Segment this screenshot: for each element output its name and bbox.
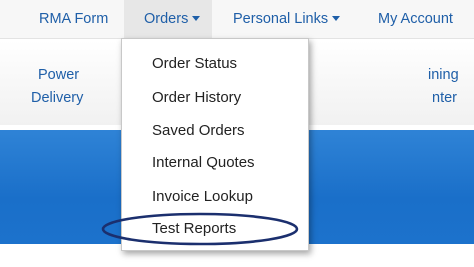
menu-item-label: Internal Quotes (152, 154, 255, 171)
nav-orders-label: Orders (144, 11, 189, 27)
menu-item-label: Saved Orders (152, 122, 245, 139)
menu-item-label: Invoice Lookup (152, 188, 253, 205)
subnav-power-delivery[interactable]: Power ining (38, 64, 79, 86)
nav-personal-links[interactable]: Personal Links (233, 0, 341, 38)
subnav-training-partial[interactable]: ining (428, 64, 459, 86)
chevron-down-icon (192, 15, 201, 21)
menu-item-label: Test Reports (152, 220, 237, 237)
subnav-nter-text: nter (432, 90, 457, 106)
menu-item-order-history[interactable]: Order History (152, 89, 241, 106)
nav-rma-form[interactable]: RMA Form (39, 0, 108, 38)
menu-item-internal-quotes[interactable]: Internal Quotes (152, 154, 255, 171)
menu-item-order-status[interactable]: Order Status (152, 55, 237, 72)
menu-item-saved-orders[interactable]: Saved Orders (152, 122, 245, 139)
menu-item-invoice-lookup[interactable]: Invoice Lookup (152, 188, 253, 205)
nav-my-account-label: My Account (378, 11, 453, 27)
subnav-delivery-text: Delivery (31, 90, 84, 106)
nav-orders[interactable]: Orders (124, 0, 213, 38)
subnav-power-label: Power (38, 67, 80, 83)
chevron-down-icon (332, 15, 341, 21)
menu-item-label: Order History (152, 89, 242, 106)
subnav-center-partial[interactable]: nter (432, 87, 457, 109)
menu-item-test-reports[interactable]: Test Reports (152, 220, 236, 237)
nav-personal-links-label: Personal Links (233, 11, 329, 27)
top-navigation-bar: RMA Form Orders Personal Links My Accoun… (0, 0, 474, 39)
nav-my-account[interactable]: My Account (378, 0, 453, 38)
subnav-ining-text: ining (428, 67, 459, 83)
menu-item-label: Order Status (152, 55, 238, 72)
nav-rma-form-label: RMA Form (39, 11, 109, 27)
subnav-delivery-line[interactable]: Delivery (31, 87, 83, 109)
orders-dropdown-menu: Order Status Order History Saved Orders … (121, 38, 309, 251)
